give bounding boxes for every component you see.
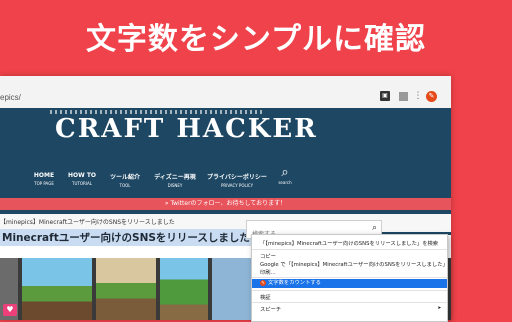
search-icon[interactable]: ⌕ [372,223,377,233]
breadcrumb-current: 【minepics】Minecraftユーザー向けのSNSをリリースしました [0,219,175,226]
menu-icon[interactable]: ⋮ [413,91,423,101]
context-menu-item-inspect[interactable]: 検証 [252,293,447,301]
nav-sublabel: TOOL [119,183,131,188]
thumbnail-image[interactable] [22,258,92,320]
main-nav: HOME TOP PAGE HOW TO TUTORIAL ツール紹介 TOOL… [0,172,451,196]
context-menu-item-print[interactable]: 印刷... [252,268,447,276]
nav-sublabel: TUTORIAL [72,181,92,186]
menu-divider [252,249,447,250]
thumbnail-image[interactable] [212,258,252,320]
context-menu: 「【minepics】Minecraftユーザー向けのSNSをリリースしました」… [251,234,448,322]
nav-sublabel: DISNEY [167,183,183,188]
site-search-button[interactable]: ⌕ search [276,165,294,186]
extension-icon[interactable] [399,92,408,101]
character-count-icon: ✎ [260,280,266,286]
context-menu-item-search[interactable]: 「【minepics】Minecraftユーザー向けのSNSをリリースしました」… [252,239,447,247]
nav-item-how-to[interactable]: HOW TO TUTORIAL [66,172,98,186]
thumbnail-image[interactable] [160,258,208,320]
notice-bar[interactable]: » Twitterのフォロー、お待ちしております！ [0,198,451,210]
thumbnail-image[interactable] [96,258,156,320]
nav-item-home[interactable]: HOME TOP PAGE [30,172,58,186]
site-logo[interactable]: CRAFT HACKER [55,114,318,144]
menu-divider [252,277,447,278]
nav-item-privacy-policy[interactable]: プライバシーポリシー PRIVACY POLICY [206,172,268,188]
nav-item-tool[interactable]: ツール紹介 TOOL [108,172,142,188]
extension-icon[interactable]: ▣ [380,91,390,101]
site-header: CRAFT HACKER HOME TOP PAGE HOW TO TUTORI… [0,108,451,235]
context-menu-item-speech[interactable]: スピーチ ▸ [252,305,447,313]
character-count-extension-icon[interactable]: ✎ [426,91,437,102]
context-menu-item-copy[interactable]: コピー [252,252,447,260]
search-sublabel: search [278,180,292,185]
nav-sublabel: TOP PAGE [34,181,54,186]
context-menu-item-count-characters[interactable]: ✎ 文字数をカウントする [252,279,447,288]
menu-divider [252,302,447,303]
article-title-selected[interactable]: Minecraftユーザー向けのSNSをリリースしました [0,229,252,246]
context-menu-item-google-search[interactable]: Google で「【minepics】Minecraftユーザー向けのSNSをリ… [252,260,447,268]
menu-item-label: 文字数をカウントする [268,280,321,286]
search-icon: ⌕ [281,165,289,180]
url-text[interactable]: epics/ [0,93,21,102]
address-bar[interactable]: epics/ ▣ ⋮ ✎ [0,76,451,109]
nav-label: HOW TO [67,172,97,179]
menu-item-label: スピーチ [260,307,282,313]
nav-label: ディズニー再現 [154,174,196,181]
menu-divider [252,290,447,291]
nav-label: プライバシーポリシー [207,174,267,181]
promo-headline: 文字数をシンプルに確認 [85,22,427,57]
submenu-arrow-icon: ▸ [438,305,441,311]
nav-label: ツール紹介 [109,174,140,181]
heart-icon[interactable]: ♥ [3,304,17,316]
nav-item-disney[interactable]: ディズニー再現 DISNEY [152,172,198,188]
nav-label: HOME [33,172,55,179]
nav-sublabel: PRIVACY POLICY [220,183,254,188]
